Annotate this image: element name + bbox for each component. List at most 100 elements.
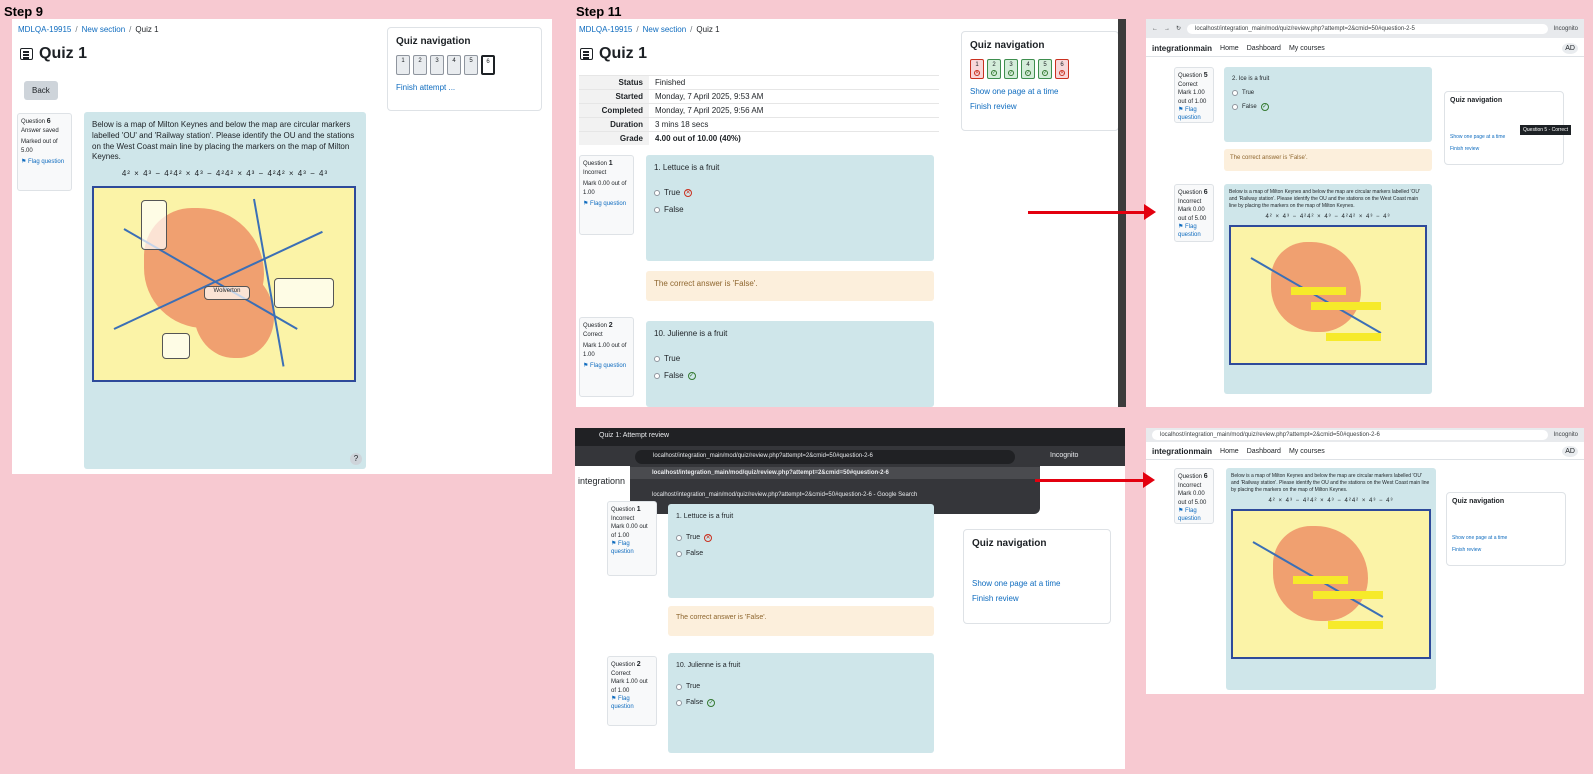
- incorrect-icon: ✕: [704, 534, 713, 543]
- milton-keynes-map[interactable]: Wolverton: [92, 185, 356, 382]
- nav-question-1[interactable]: 1: [396, 55, 410, 75]
- back-button[interactable]: Back: [24, 81, 58, 100]
- question-6-content: Below is a map of Milton Keynes and belo…: [1226, 468, 1436, 690]
- question-1-content: 1. Lettuce is a fruit True ✕ False: [646, 155, 934, 261]
- nav-tooltip: Question 5 - Correct: [1520, 125, 1572, 135]
- forward-icon[interactable]: →: [1164, 26, 1170, 32]
- show-one-page-link[interactable]: Show one page at a time: [970, 87, 1110, 96]
- flag-question-button[interactable]: ⚑ Flag question: [611, 695, 653, 712]
- question-6-info: Question 6 Incorrect Mark 0.00 out of 5.…: [1174, 468, 1214, 524]
- nav-question-1[interactable]: 1 ✕: [970, 59, 984, 79]
- show-one-page-link[interactable]: Show one page at a time: [1452, 535, 1560, 541]
- placed-marker[interactable]: [1311, 302, 1381, 311]
- question-2-info: Question 2 Correct Mark 1.00 out of 1.00…: [607, 656, 657, 726]
- nav-question-2[interactable]: 2: [413, 55, 427, 75]
- quiz-nav-buttons: 1 ✕ 2 ✓ 3 ✓ 4 ✓ 5 ✓ 6 ✕: [970, 59, 1110, 79]
- omnibox-suggestion-1[interactable]: localhost/integration_main/mod/quiz/revi…: [630, 467, 1040, 479]
- question-5-info: Question 5 Correct Mark 1.00 out of 1.00…: [1174, 67, 1214, 123]
- milton-keynes-map[interactable]: [1229, 225, 1427, 366]
- radio-false: [654, 372, 660, 379]
- nav-question-6[interactable]: 6: [481, 55, 495, 75]
- finish-review-link[interactable]: Finish review: [972, 594, 1102, 603]
- nav-dashboard[interactable]: Dashboard: [1247, 448, 1281, 455]
- browser-toolbar: localhost/integration_main/mod/quiz/revi…: [1146, 428, 1584, 442]
- user-avatar[interactable]: AD: [1562, 446, 1578, 457]
- nav-my-courses[interactable]: My courses: [1289, 448, 1325, 455]
- site-brand[interactable]: integrationn: [578, 476, 625, 486]
- placed-marker[interactable]: [1328, 621, 1383, 630]
- flag-question-button[interactable]: ⚑ Flag question: [1178, 223, 1210, 240]
- question-1-info: Question 1 Incorrect Mark 0.00 out of 1.…: [607, 501, 657, 576]
- address-bar[interactable]: localhost/integration_main/mod/quiz/revi…: [635, 450, 1015, 464]
- back-icon[interactable]: ←: [1152, 26, 1158, 32]
- placed-marker[interactable]: [1326, 333, 1381, 342]
- flag-question-button[interactable]: ⚑ Flag question: [611, 540, 653, 557]
- nav-question-4[interactable]: 4 ✓: [1021, 59, 1035, 79]
- breadcrumb-current: Quiz 1: [696, 25, 720, 34]
- address-bar[interactable]: localhost/integration_main/mod/quiz/revi…: [1187, 23, 1548, 34]
- nav-question-4[interactable]: 4: [447, 55, 461, 75]
- correct-icon: ✓: [1260, 103, 1269, 112]
- nav-dashboard[interactable]: Dashboard: [1247, 45, 1281, 52]
- flag-question-button[interactable]: ⚑ Flag question: [583, 200, 630, 208]
- question-content: Below is a map of Milton Keynes and belo…: [84, 112, 366, 469]
- finish-attempt-link[interactable]: Finish attempt ...: [396, 83, 533, 92]
- drop-zone-marker[interactable]: [274, 277, 334, 308]
- site-brand[interactable]: integrationmain: [1152, 44, 1212, 53]
- question-info: Question 6 Answer saved Marked out of 5.…: [17, 113, 72, 191]
- quiz-navigation: Quiz navigation 1 ✕ 2 ✓ 3 ✓ 4 ✓ 5 ✓ 6 ✕ Show o…: [961, 31, 1119, 131]
- finish-review-link[interactable]: Finish review: [1450, 146, 1558, 152]
- flag-question-button[interactable]: ⚑ Flag question: [583, 362, 630, 370]
- nav-home[interactable]: Home: [1220, 448, 1239, 455]
- nav-question-3[interactable]: 3 ✓: [1004, 59, 1018, 79]
- drop-zone-marker[interactable]: [141, 199, 167, 250]
- show-one-page-link[interactable]: Show one page at a time: [972, 579, 1102, 588]
- nav-home[interactable]: Home: [1220, 45, 1239, 52]
- quiz-icon: [20, 48, 33, 60]
- reload-icon[interactable]: ↻: [1176, 25, 1181, 32]
- wolverton-marker[interactable]: Wolverton: [204, 285, 250, 300]
- placed-marker[interactable]: [1293, 576, 1348, 585]
- radio-false: [676, 699, 682, 706]
- page-title: Quiz 1: [580, 45, 647, 63]
- finish-review-link[interactable]: Finish review: [970, 102, 1110, 111]
- flag-question-button[interactable]: ⚑ Flag question: [1178, 507, 1210, 524]
- incognito-badge: Incognito: [1553, 25, 1578, 32]
- quiz-nav-buttons: 1 2 3 4 5 6: [396, 55, 533, 75]
- radio-true: [654, 356, 660, 363]
- quiz-navigation: Quiz navigation Show one page at a time …: [963, 529, 1111, 624]
- nav-question-6[interactable]: 6 ✕: [1055, 59, 1069, 79]
- question-2-content: 10. Julienne is a fruit True False ✓: [668, 653, 934, 753]
- placed-marker[interactable]: [1291, 287, 1346, 296]
- question-1-feedback: The correct answer is 'False'.: [668, 606, 934, 636]
- breadcrumb-section[interactable]: New section: [643, 25, 687, 34]
- omnibox-suggestion-2[interactable]: localhost/integration_main/mod/quiz/revi…: [630, 489, 939, 501]
- nav-question-5[interactable]: 5: [464, 55, 478, 75]
- address-bar[interactable]: localhost/integration_main/mod/quiz/revi…: [1152, 430, 1548, 440]
- nav-question-3[interactable]: 3: [430, 55, 444, 75]
- page-title: Quiz 1: [20, 45, 87, 63]
- question-6-content: Below is a map of Milton Keynes and belo…: [1224, 184, 1432, 394]
- browser-tab[interactable]: Quiz 1: Attempt review: [599, 432, 669, 439]
- milton-keynes-map[interactable]: [1231, 509, 1431, 660]
- question-1-content: 1. Lettuce is a fruit True ✕ False: [668, 504, 934, 598]
- drop-zone-marker[interactable]: [162, 332, 190, 359]
- user-avatar[interactable]: AD: [1562, 43, 1578, 54]
- site-brand[interactable]: integrationmain: [1152, 447, 1212, 456]
- breadcrumb-section[interactable]: New section: [82, 25, 126, 34]
- help-icon[interactable]: ?: [350, 453, 362, 465]
- breadcrumb-course[interactable]: MDLQA-19915: [579, 25, 632, 34]
- placed-marker[interactable]: [1313, 591, 1383, 600]
- finish-review-link[interactable]: Finish review: [1452, 547, 1560, 553]
- flag-question-button[interactable]: ⚑ Flag question: [21, 158, 68, 166]
- quiz-navigation-title: Quiz navigation: [396, 36, 471, 47]
- question-1-info: Question 1 Incorrect Mark 0.00 out of 1.…: [579, 155, 634, 235]
- nav-my-courses[interactable]: My courses: [1289, 45, 1325, 52]
- attempt-summary-table: Status Finished Started Monday, 7 April 20…: [579, 75, 939, 145]
- nav-question-2[interactable]: 2 ✓: [987, 59, 1001, 79]
- nav-question-5[interactable]: 5 ✓: [1038, 59, 1052, 79]
- question-2-info: Question 2 Correct Mark 1.00 out of 1.00…: [579, 317, 634, 397]
- flag-question-button[interactable]: ⚑ Flag question: [1178, 106, 1210, 123]
- correct-icon: ✓: [707, 698, 716, 707]
- breadcrumb-course[interactable]: MDLQA-19915: [18, 25, 71, 34]
